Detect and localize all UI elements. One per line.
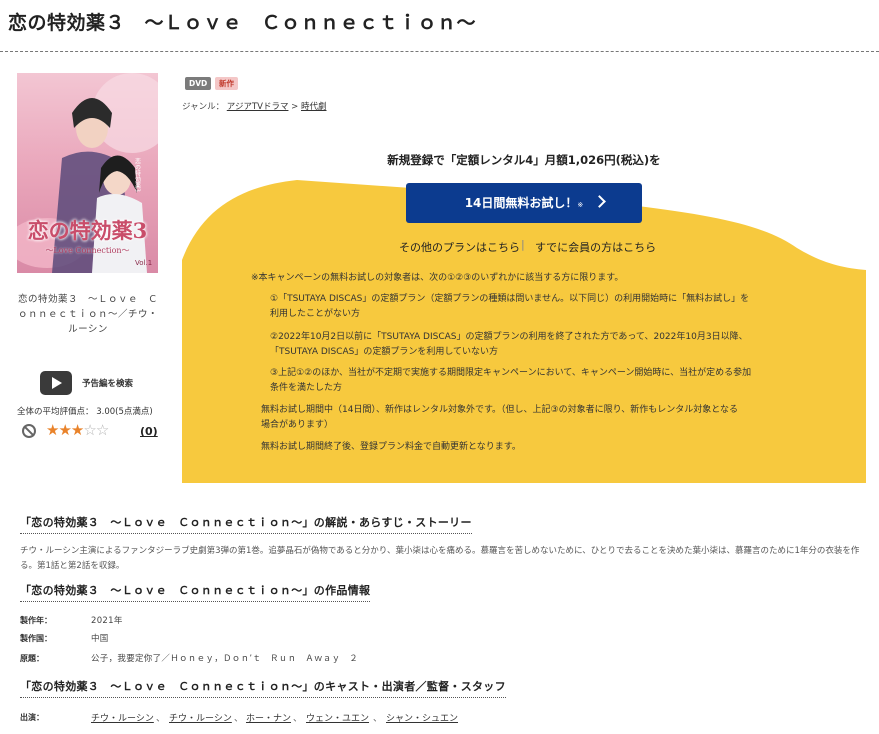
free-trial-note-mark: ※ <box>577 201 584 209</box>
cast-link[interactable]: シャン・シュエン <box>386 711 458 724</box>
production-country-value: 中国 <box>91 634 109 644</box>
original-title-value: 公子，我要定你了／Ｈｏｎｅｙ，Ｄｏｎ’ｔ Ｒｕｎ Ａｗａｙ ２ <box>91 654 359 664</box>
plan-link-separator: | <box>521 238 525 251</box>
cast-label: 出演： <box>20 713 44 722</box>
campaign-note-1b: 利用したことがない方 <box>270 309 361 319</box>
star-icon[interactable]: ☆ <box>96 421 109 439</box>
cast-separator: 、 <box>373 714 383 724</box>
cast-link[interactable]: チウ・ルーシン <box>91 711 154 724</box>
campaign-note-2b: 「TSUTAYA DISCAS」の定額プランを利用していない方 <box>270 347 499 357</box>
page-title: 恋の特効薬３ ～Ｌｏｖｅ Ｃｏｎｎｅｃｔｉｏｎ～ <box>8 12 477 34</box>
review-count-link[interactable]: (0) <box>140 425 158 438</box>
cover-title-text: 恋の特効薬3 <box>27 218 148 243</box>
other-plans-link[interactable]: その他のプランはこちら <box>399 239 520 255</box>
genre-breadcrumb: ジャンル： アジアTVドラマ > 時代劇 <box>182 100 327 112</box>
cast-link[interactable]: ウェン・ユエン <box>306 711 369 724</box>
promo-heading: 新規登録で「定額レンタル4」月額1,026円(税込)を <box>387 153 661 167</box>
campaign-note-2a: ②2022年10月2日以前に「TSUTAYA DISCAS」の定額プランの利用を… <box>270 332 748 342</box>
format-badge: DVD <box>185 77 212 90</box>
play-icon <box>52 377 62 389</box>
star-icon[interactable]: ☆ <box>83 421 96 439</box>
campaign-note-trial-a: 無料お試し期間中（14日間）、新作はレンタル対象外です。（但し、上記③の対象者に… <box>261 405 738 415</box>
svg-text:恋の特効薬3: 恋の特効薬3 <box>134 157 141 192</box>
cover-caption: 恋の特効薬３ ～Ｌｏｖｅ Ｃｏｎｎｅｃｔｉｏｎ～／チウ・ルーシン <box>17 294 158 335</box>
rating-stars[interactable]: ★★★☆☆ <box>46 421 109 439</box>
cast-link[interactable]: ホー・ナン <box>246 711 291 724</box>
star-icon[interactable]: ★ <box>58 421 71 439</box>
star-icon[interactable]: ★ <box>46 421 59 439</box>
genre-separator: > <box>291 102 299 112</box>
cast-heading: 「恋の特効薬３ ～Ｌｏｖｅ Ｃｏｎｎｅｃｔｉｏｎ～」のキャスト・出演者／監督・ス… <box>20 678 506 698</box>
original-title-label: 原題： <box>20 654 44 663</box>
average-rating-text: 全体の平均評価点： 3.00(5点満点) <box>17 407 153 417</box>
cover-vol-text: Vol.1 <box>135 259 153 267</box>
cover-subtitle-text: ～Love Connection～ <box>45 246 130 255</box>
production-year-label: 製作年： <box>20 616 52 625</box>
campaign-note-3b: 条件を満たした方 <box>270 383 343 393</box>
genre-link-period-drama[interactable]: 時代劇 <box>301 102 327 112</box>
campaign-note-renewal: 無料お試し期間終了後、登録プラン料金で自動更新となります。 <box>261 442 521 452</box>
cast-link[interactable]: チウ・ルーシン <box>169 711 232 724</box>
genre-link-asia-tv-drama[interactable]: アジアTVドラマ <box>227 102 289 112</box>
campaign-note-1a: ①「TSUTAYA DISCAS」の定額プラン（定額プランの種類は問いません。以… <box>270 294 750 304</box>
free-trial-button[interactable]: 14日間無料お試し！※ <box>406 183 642 223</box>
genre-label: ジャンル： <box>182 102 225 112</box>
synopsis-text: チウ・ルーシン主演によるファンタジーラブ史劇第3弾の第1巻。追夢晶石が偽物である… <box>20 546 860 571</box>
cover-image[interactable]: 恋の特効薬3 恋の特効薬3 ～Love Connection～ Vol.1 <box>17 73 158 273</box>
new-release-badge: 新作 <box>215 77 238 90</box>
existing-member-link[interactable]: すでに会員の方はこちら <box>535 239 656 255</box>
title-divider <box>0 51 879 52</box>
cast-separator: 、 <box>293 714 303 724</box>
campaign-note-3a: ③上記①②のほか、当社が不定期で実施する期間限定キャンペーンにおいて、キャンペー… <box>270 368 752 378</box>
trailer-play-button[interactable] <box>40 371 72 395</box>
cast-separator: 、 <box>156 714 166 724</box>
not-interested-icon[interactable] <box>22 424 36 438</box>
campaign-note-intro: ※本キャンペーンの無料お試しの対象者は、次の①②③のいずれかに該当する方に限りま… <box>251 273 624 283</box>
production-country-label: 製作国： <box>20 634 52 643</box>
trailer-search-link[interactable]: 予告編を検索 <box>82 377 133 389</box>
synopsis-heading: 「恋の特効薬３ ～Ｌｏｖｅ Ｃｏｎｎｅｃｔｉｏｎ～」の解説・あらすじ・ストーリー <box>20 514 472 534</box>
campaign-note-trial-b: 場合があります） <box>261 420 334 430</box>
star-icon[interactable]: ★ <box>71 421 84 439</box>
work-info-heading: 「恋の特効薬３ ～Ｌｏｖｅ Ｃｏｎｎｅｃｔｉｏｎ～」の作品情報 <box>20 582 371 602</box>
chevron-right-icon <box>593 195 606 208</box>
free-trial-label: 14日間無料お試し！ <box>464 196 578 210</box>
production-year-value: 2021年 <box>91 616 123 626</box>
cast-separator: 、 <box>234 714 244 724</box>
